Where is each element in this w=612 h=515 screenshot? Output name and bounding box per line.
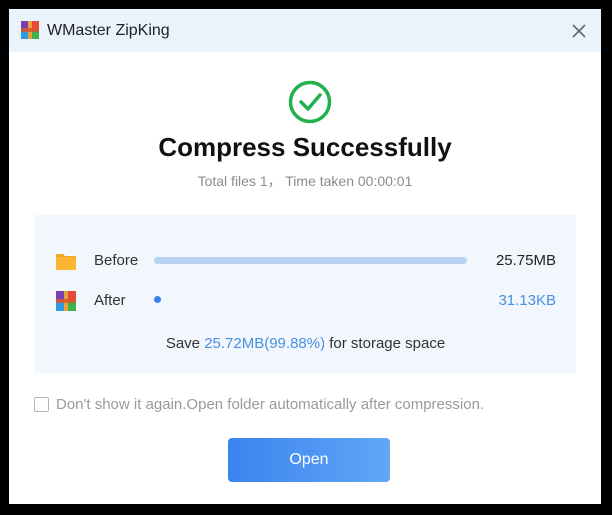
folder-icon	[56, 254, 76, 270]
after-label: After	[94, 292, 126, 309]
check-circle-icon	[288, 80, 332, 124]
archive-icon	[56, 291, 76, 311]
open-button[interactable]: Open	[228, 438, 390, 482]
before-label: Before	[94, 252, 139, 269]
after-size-bar-marker	[154, 296, 162, 303]
save-suffix: for storage space	[325, 335, 446, 352]
result-headline: Compress Successfully	[158, 132, 452, 162]
before-size-bar	[154, 257, 467, 264]
window-title: WMaster ZipKing	[47, 22, 170, 39]
archive-icon	[21, 21, 39, 39]
after-size: 31.13KB	[498, 292, 556, 309]
before-size-bar-fill	[154, 257, 467, 264]
save-prefix: Save	[165, 335, 205, 352]
dialog-window: WMaster ZipKing Compress Successfully To…	[9, 9, 601, 504]
storage-saved-text: Save 25.72MB(99.88%) for storage space	[35, 335, 576, 353]
title-bar: WMaster ZipKing	[9, 9, 601, 52]
before-size: 25.75MB	[495, 252, 556, 269]
dont-show-again-label: Don't show it again.Open folder automati…	[56, 396, 485, 413]
dont-show-again-checkbox[interactable]	[34, 397, 49, 412]
compression-stats-panel: Before 25.75MB After 31.13KB Save 25.72M…	[35, 215, 576, 373]
saved-amount: 25.72MB(99.88%)	[204, 335, 326, 352]
after-size-bar	[154, 296, 467, 303]
result-summary: Total files 1， Time taken 00:00:01	[197, 173, 413, 189]
close-icon[interactable]	[569, 21, 589, 41]
